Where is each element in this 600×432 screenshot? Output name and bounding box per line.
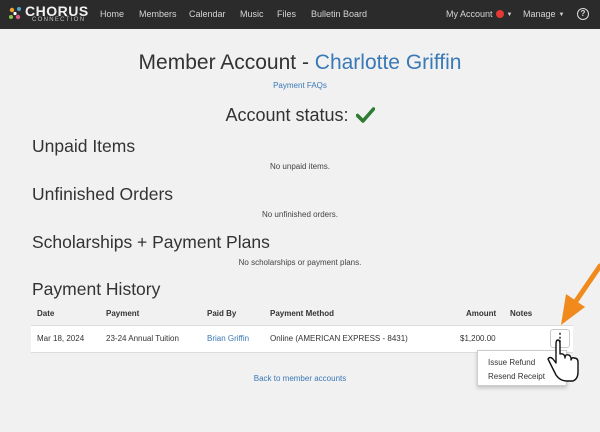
account-status-label: Account status:	[225, 105, 349, 125]
unfinished-orders-empty: No unfinished orders.	[261, 210, 339, 219]
caret-down-icon: ▼	[558, 12, 565, 18]
member-name: Charlotte Griffin	[314, 51, 462, 74]
orange-arrow-icon	[561, 263, 600, 325]
nav-home[interactable]: Home	[100, 0, 124, 29]
checkmark-icon	[355, 107, 375, 123]
help-icon[interactable]: ?	[577, 8, 589, 20]
chorus-connection-logo[interactable]: CHORUS CONNECTION	[8, 4, 88, 25]
my-account-label: My Account	[446, 9, 493, 19]
column-header-payment-method: Payment Method	[270, 309, 335, 318]
logo-subtitle: CONNECTION	[32, 17, 86, 23]
column-header-paid-by: Paid By	[207, 309, 237, 318]
nav-music[interactable]: Music	[240, 0, 264, 29]
nav-files[interactable]: Files	[277, 0, 296, 29]
page-title-prefix: Member Account -	[138, 51, 315, 74]
menu-item-issue-refund[interactable]: Issue Refund	[488, 358, 535, 367]
column-header-payment: Payment	[106, 309, 140, 318]
payment-history-heading: Payment History	[32, 279, 161, 299]
back-link-text[interactable]: Back to member accounts	[254, 374, 346, 383]
account-status: Account status:	[0, 103, 600, 127]
unpaid-items-empty: No unpaid items.	[269, 162, 331, 171]
nav-manage[interactable]: Manage ▼	[523, 0, 564, 29]
alert-badge-icon	[495, 10, 504, 18]
nav-calendar[interactable]: Calendar	[189, 0, 226, 29]
column-header-date: Date	[37, 309, 55, 318]
nav-bulletin-board[interactable]: Bulletin Board	[311, 0, 367, 29]
cell-payment-method: Online (AMERICAN EXPRESS - 8431)	[270, 334, 408, 343]
column-header-amount: Amount	[466, 309, 497, 318]
unfinished-orders-heading: Unfinished Orders	[32, 184, 174, 204]
payment-faqs-link: Payment FAQs	[0, 81, 600, 90]
logo-mark-icon	[9, 7, 21, 20]
unpaid-items-heading: Unpaid Items	[32, 136, 136, 156]
page-title: Member Account - Charlotte Griffin	[0, 50, 600, 76]
column-header-notes: Notes	[510, 309, 533, 318]
payment-faqs-link-text[interactable]: Payment FAQs	[273, 81, 327, 90]
nav-members[interactable]: Members	[139, 0, 177, 29]
caret-down-icon: ▼	[506, 12, 513, 18]
top-navbar: CHORUS CONNECTION Home Members Calendar …	[0, 0, 600, 29]
scholarships-empty: No scholarships or payment plans.	[238, 258, 362, 267]
cell-paid-by-link[interactable]: Brian Griffin	[207, 334, 249, 343]
scholarships-heading: Scholarships + Payment Plans	[32, 232, 270, 252]
row-actions-button[interactable]: ⋮	[550, 329, 570, 348]
logo-wordmark: CHORUS	[25, 3, 89, 19]
cell-payment: 23-24 Annual Tuition	[106, 334, 179, 343]
cell-amount: $1,200.00	[460, 334, 496, 343]
cell-date: Mar 18, 2024	[37, 334, 85, 343]
manage-label: Manage	[523, 9, 556, 19]
nav-my-account[interactable]: My Account ▼	[446, 0, 512, 29]
back-to-member-accounts-link: Back to member accounts	[0, 374, 600, 383]
